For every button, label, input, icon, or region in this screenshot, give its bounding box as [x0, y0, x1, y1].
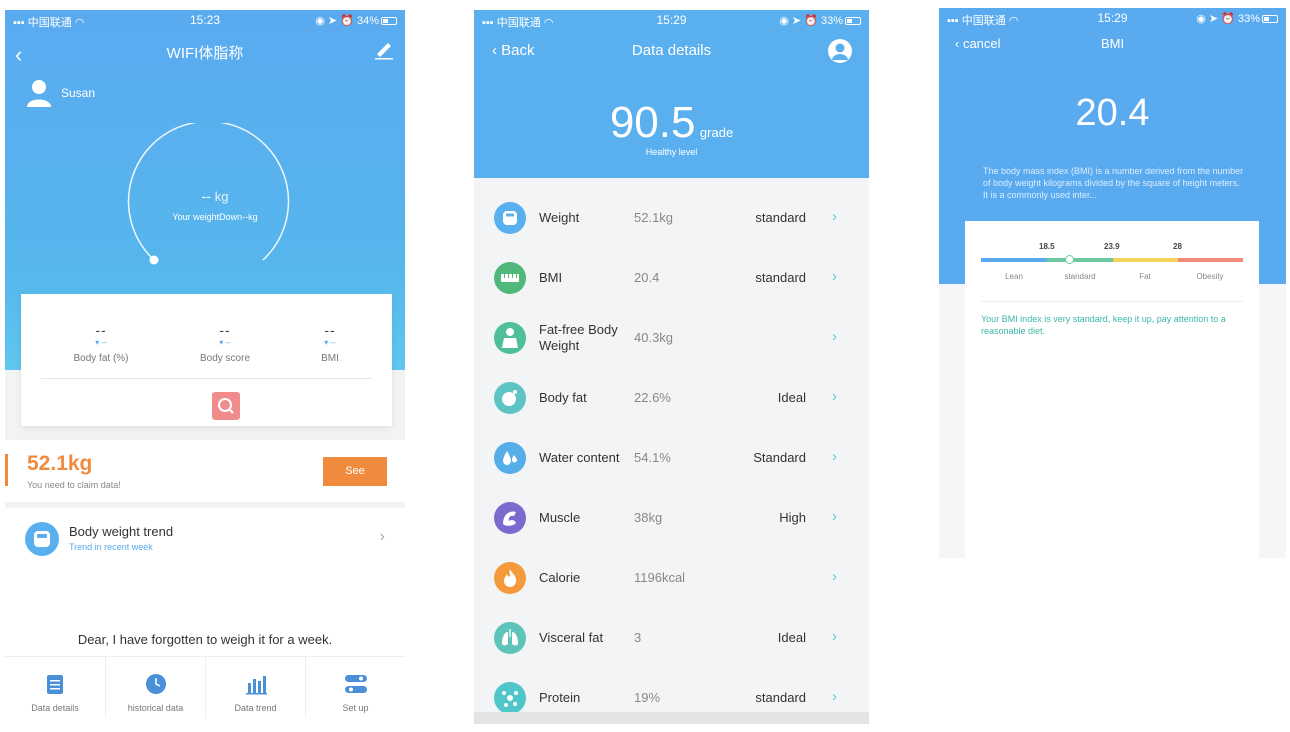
health-score: 90.5 grade: [609, 98, 734, 147]
weight-value: 52.1kg: [27, 452, 93, 475]
metric-body-score[interactable]: -- ▾ -- Body score: [170, 322, 280, 364]
divider: [981, 301, 1243, 302]
trend-card[interactable]: Body weight trend Trend in recent week ›…: [5, 508, 405, 656]
tab-data-details[interactable]: Data details: [5, 657, 105, 718]
list-item-bmi[interactable]: BMI 20.4 standard ›: [474, 248, 869, 308]
metrics-card: -- ▾ -- Body fat (%) -- ▾ -- Body score …: [21, 294, 392, 426]
trend-title: Body weight trend: [69, 524, 174, 539]
fat-drop-icon: [494, 382, 526, 414]
page-title: Data details: [631, 42, 712, 59]
chevron-right-icon: ›: [832, 208, 837, 225]
accent-bar: [5, 454, 8, 486]
status-right: ◉ ➤ ⏰ 34%: [315, 14, 397, 27]
list-item-water-content[interactable]: Water content 54.1% Standard ›: [474, 428, 869, 488]
tab-set-up[interactable]: Set up: [305, 657, 405, 718]
weight-note: You need to claim data!: [27, 480, 121, 490]
lock-icon: ◉ ➤ ⏰: [1196, 13, 1238, 25]
bmi-scale-card: 18.5 23.9 28 Lean standard Fat Obesity Y…: [965, 221, 1259, 558]
page-title: WIFI体脂称: [166, 45, 244, 62]
flame-icon: [494, 562, 526, 594]
scale-icon: [25, 522, 59, 556]
lock-icon: ◉ ➤ ⏰: [315, 15, 357, 27]
molecule-icon: [494, 682, 526, 714]
screen-home: ▪▪▪ 中国联通 ◠ 15:23 ◉ ➤ ⏰ 34% ‹ WIFI体脂称 Sus…: [5, 10, 405, 718]
edit-icon[interactable]: [373, 40, 395, 65]
water-drop-icon: [494, 442, 526, 474]
lock-icon: ◉ ➤ ⏰: [779, 15, 821, 27]
scale-segment-obesity: [1178, 258, 1243, 262]
details-header: ▪▪▪ 中国联通 ◠ 15:29 ◉ ➤ ⏰ 33% ‹ Back Data d…: [474, 10, 869, 178]
tab-bar: Data details historical data Data trend …: [5, 656, 405, 718]
bmi-advice: Your BMI index is very standard, keep it…: [981, 314, 1226, 336]
clock-icon: [145, 674, 166, 694]
segment-label: Fat: [1139, 272, 1151, 281]
weight-card: 52.1kg You need to claim data! See: [5, 440, 405, 502]
list-item-fat-free-weight[interactable]: Fat-free Body Weight 40.3kg ›: [474, 308, 869, 368]
page-title: BMI: [1100, 36, 1125, 51]
battery-icon: [845, 17, 861, 25]
tab-data-trend[interactable]: Data trend: [205, 657, 305, 718]
list-item-calorie[interactable]: Calorie 1196kcal ›: [474, 548, 869, 608]
bar-chart-icon: [245, 676, 267, 695]
status-bar: ▪▪▪ 中国联通 ◠ 15:29 ◉ ➤ ⏰ 33%: [939, 8, 1286, 28]
lungs-icon: [494, 622, 526, 654]
scale-segment-standard: [1047, 258, 1113, 262]
segment-label: standard: [1064, 272, 1096, 281]
screen-bmi: ▪▪▪ 中国联通 ◠ 15:29 ◉ ➤ ⏰ 33% ‹ cancel BMI …: [939, 8, 1286, 558]
gauge-knob: [149, 255, 159, 265]
chevron-right-icon: ›: [832, 328, 837, 345]
battery-icon: [381, 17, 397, 25]
gauge-subtitle: Your weightDown--kg: [172, 212, 258, 222]
ruler-icon: [494, 262, 526, 294]
screen-data-details: ▪▪▪ 中国联通 ◠ 15:29 ◉ ➤ ⏰ 33% ‹ Back Data d…: [474, 10, 869, 724]
bmi-value: 20.4: [1075, 92, 1150, 134]
metric-body-fat[interactable]: -- ▾ -- Body fat (%): [46, 322, 156, 364]
status-right: ◉ ➤ ⏰ 33%: [779, 14, 861, 27]
scale-icon: [494, 202, 526, 234]
chevron-right-icon: ›: [832, 688, 837, 705]
battery-icon: [1262, 15, 1278, 23]
chevron-right-icon: ›: [832, 508, 837, 525]
status-bar: ▪▪▪ 中国联通 ◠ 15:23 ◉ ➤ ⏰ 34%: [5, 10, 405, 30]
bmi-indicator: [1065, 255, 1074, 264]
tab-historical-data[interactable]: historical data: [105, 657, 205, 718]
status-right: ◉ ➤ ⏰ 33%: [1196, 12, 1278, 25]
list-item-muscle[interactable]: Muscle 38kg High ›: [474, 488, 869, 548]
list-item-body-fat[interactable]: Body fat 22.6% Ideal ›: [474, 368, 869, 428]
chevron-right-icon: ›: [832, 388, 837, 405]
clipboard-icon: [47, 675, 63, 694]
metric-bmi[interactable]: -- ▾ -- BMI: [275, 322, 385, 364]
list-item-visceral-fat[interactable]: Visceral fat 3 Ideal ›: [474, 608, 869, 668]
chevron-right-icon: ›: [832, 568, 837, 585]
segment-label: Lean: [1005, 272, 1023, 281]
chevron-right-icon: ›: [832, 448, 837, 465]
threshold-label: 23.9: [1104, 242, 1120, 251]
settings-icon: [344, 675, 367, 693]
chevron-right-icon[interactable]: ›: [380, 528, 385, 546]
scroll-edge: [474, 712, 869, 724]
see-button[interactable]: See: [323, 457, 387, 486]
chevron-right-icon: ›: [832, 268, 837, 285]
scale-segment-lean: [981, 258, 1047, 262]
chevron-right-icon: ›: [832, 628, 837, 645]
avatar-icon[interactable]: [25, 78, 53, 108]
trend-subtitle: Trend in recent week: [69, 542, 153, 552]
status-bar: ▪▪▪ 中国联通 ◠ 15:29 ◉ ➤ ⏰ 33%: [474, 10, 869, 30]
search-icon: [218, 398, 234, 414]
body-icon: [494, 322, 526, 354]
search-button[interactable]: [212, 392, 240, 420]
threshold-label: 28: [1173, 242, 1182, 251]
divider: [41, 378, 372, 379]
list-item-weight[interactable]: Weight 52.1kg standard ›: [474, 188, 869, 248]
user-name: Susan: [61, 86, 96, 100]
gauge-value: -- kg: [201, 188, 229, 204]
threshold-label: 18.5: [1039, 242, 1055, 251]
scale-segment-fat: [1113, 258, 1178, 262]
bmi-description: The body mass index (BMI) is a number de…: [983, 166, 1244, 200]
profile-icon[interactable]: [827, 38, 853, 64]
health-level: Healthy level: [645, 147, 698, 157]
reminder-text: Dear, I have forgotten to weigh it for a…: [77, 632, 333, 647]
segment-label: Obesity: [1196, 272, 1224, 281]
muscle-icon: [494, 502, 526, 534]
